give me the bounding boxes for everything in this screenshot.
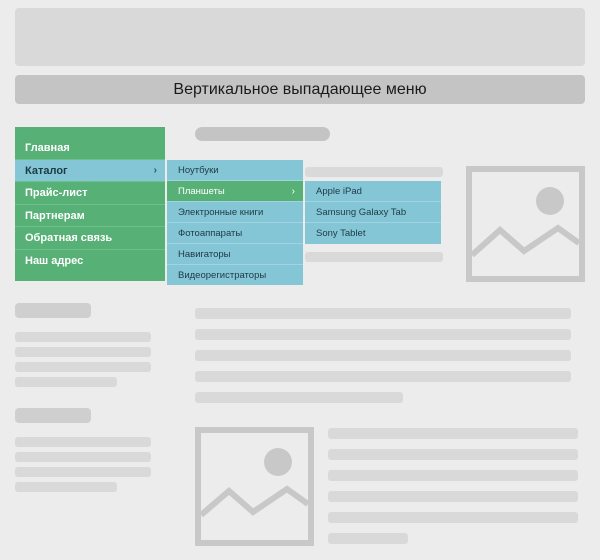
submenu-item-label: Apple iPad: [316, 186, 362, 197]
submenu-item-ebooks[interactable]: Электронные книги: [167, 202, 303, 223]
image-icon: [199, 448, 310, 518]
sidebar-heading-placeholder: [15, 303, 91, 318]
menu-item-feedback[interactable]: Обратная связь: [15, 227, 165, 250]
text-line-placeholder: [328, 470, 578, 481]
tablets-submenu: Apple iPad Samsung Galaxy Tab Sony Table…: [305, 181, 441, 244]
text-line-placeholder: [195, 308, 571, 319]
text-line-placeholder: [328, 533, 408, 544]
text-line-placeholder: [328, 449, 578, 460]
text-line-placeholder: [195, 329, 571, 340]
submenu-item-label: Samsung Galaxy Tab: [316, 207, 407, 218]
submenu-item-dashcams[interactable]: Видеорегистраторы: [167, 265, 303, 286]
image-placeholder: [195, 427, 314, 546]
text-line-placeholder: [305, 252, 443, 262]
text-line-placeholder: [328, 512, 578, 523]
text-line-placeholder: [15, 467, 151, 477]
header-placeholder: [15, 8, 585, 66]
text-line-placeholder: [15, 362, 151, 372]
submenu-item-label: Электронные книги: [178, 207, 264, 218]
submenu-item-tablets[interactable]: Планшеты ›: [167, 181, 303, 202]
submenu-item-sony-tablet[interactable]: Sony Tablet: [305, 223, 441, 244]
menu-item-home[interactable]: Главная: [15, 137, 165, 160]
menu-item-partners[interactable]: Партнерам: [15, 205, 165, 227]
image-placeholder: [466, 166, 585, 282]
menu-item-label: Главная: [25, 142, 70, 154]
image-icon: [470, 187, 581, 258]
submenu-item-cameras[interactable]: Фотоаппараты: [167, 223, 303, 244]
catalog-submenu: Ноутбуки Планшеты › Электронные книги Фот…: [167, 160, 303, 285]
submenu-item-label: Ноутбуки: [178, 165, 219, 176]
text-line-placeholder: [15, 437, 151, 447]
menu-item-label: Прайс-лист: [25, 187, 88, 199]
menu-item-label: Обратная связь: [25, 232, 113, 244]
submenu-item-label: Планшеты: [178, 186, 225, 197]
menu-item-price-list[interactable]: Прайс-лист: [15, 182, 165, 205]
text-line-placeholder: [195, 392, 403, 403]
menu-item-catalog[interactable]: Каталог ›: [15, 159, 165, 182]
menu-item-address[interactable]: Наш адрес: [15, 250, 165, 273]
menu-item-label: Партнерам: [25, 209, 85, 222]
text-line-placeholder: [15, 482, 117, 492]
submenu-item-apple-ipad[interactable]: Apple iPad: [305, 181, 441, 202]
text-line-placeholder: [15, 347, 151, 357]
text-line-placeholder: [195, 371, 571, 382]
submenu-item-label: Фотоаппараты: [178, 228, 243, 239]
text-line-placeholder: [328, 491, 578, 502]
text-line-placeholder: [15, 332, 151, 342]
text-line-placeholder: [15, 452, 151, 462]
submenu-item-laptops[interactable]: Ноутбуки: [167, 160, 303, 181]
heading-placeholder: [195, 127, 330, 141]
text-line-placeholder: [305, 167, 443, 177]
menu-item-label: Наш адрес: [25, 254, 84, 267]
submenu-item-samsung-galaxy-tab[interactable]: Samsung Galaxy Tab: [305, 202, 441, 223]
main-menu: Главная Каталог › Прайс-лист Партнерам Об…: [15, 127, 165, 281]
text-line-placeholder: [328, 428, 578, 439]
text-line-placeholder: [15, 377, 117, 387]
chevron-right-icon: ›: [291, 186, 295, 197]
chevron-right-icon: ›: [153, 164, 157, 176]
text-line-placeholder: [195, 350, 571, 361]
page-title: Вертикальное выпадающее меню: [15, 75, 585, 104]
submenu-item-label: Навигаторы: [178, 249, 231, 260]
sidebar-heading-placeholder: [15, 408, 91, 423]
submenu-item-label: Sony Tablet: [316, 228, 366, 239]
submenu-item-label: Видеорегистраторы: [178, 270, 267, 281]
submenu-item-navigators[interactable]: Навигаторы: [167, 244, 303, 265]
menu-item-label: Каталог: [25, 164, 68, 177]
